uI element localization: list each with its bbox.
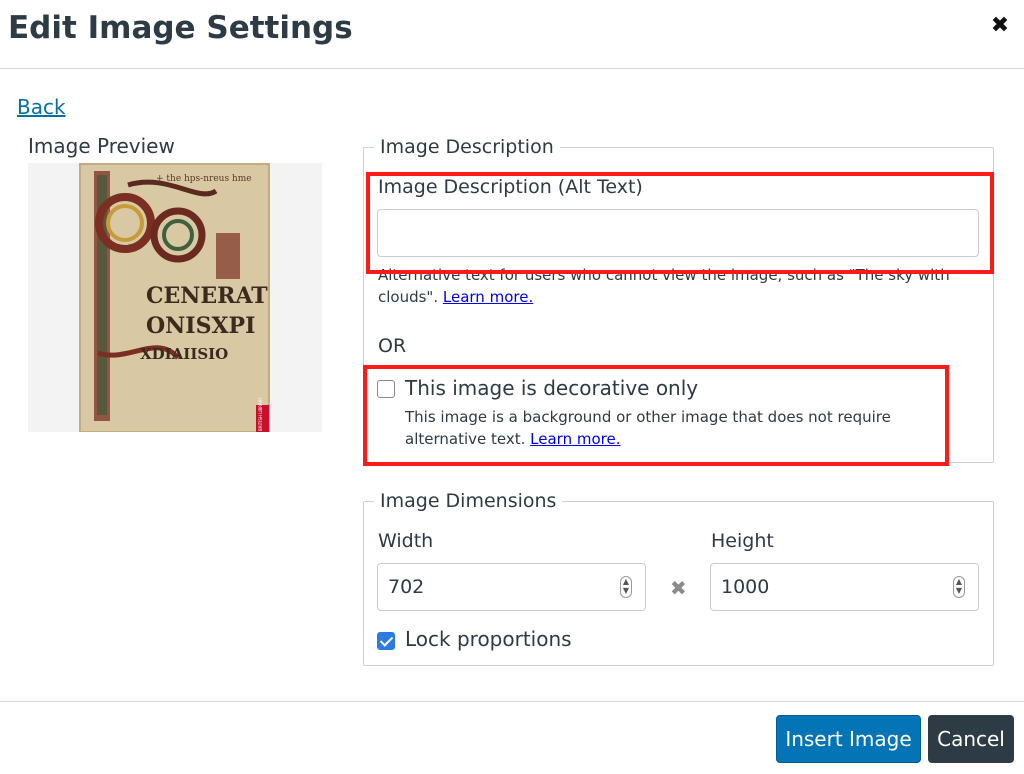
manuscript-line-4: XDIAIISIO: [140, 345, 228, 363]
height-input[interactable]: [710, 563, 979, 611]
decorative-label: This image is decorative only: [405, 376, 699, 400]
image-description-legend: Image Description: [380, 136, 554, 158]
alt-text-input[interactable]: [377, 209, 979, 257]
manuscript-line-3: ONISXPI: [146, 313, 255, 339]
back-link[interactable]: Back: [17, 95, 66, 119]
lock-proportions-checkbox[interactable]: [377, 632, 395, 650]
alt-text-label: Image Description (Alt Text): [378, 176, 643, 198]
alt-text-learn-more-link[interactable]: Learn more.: [443, 288, 533, 306]
manuscript-line-1: + the hps-nreus hme: [156, 174, 252, 184]
decorative-learn-more-link[interactable]: Learn more.: [530, 430, 620, 448]
width-input[interactable]: [377, 563, 646, 611]
lock-proportions-label: Lock proportions: [405, 627, 572, 651]
dialog-title: Edit Image Settings: [8, 10, 353, 46]
image-preview-label: Image Preview: [28, 134, 175, 158]
alt-text-hint: Alternative text for users who cannot vi…: [378, 266, 950, 306]
footer-divider: [0, 701, 1024, 702]
width-label: Width: [378, 530, 434, 552]
width-stepper[interactable]: ▲ ▼: [620, 576, 632, 598]
height-stepper[interactable]: ▲ ▼: [953, 576, 965, 598]
image-preview: + the hps-nreus hme CENERAT ONISXPI XDIA…: [28, 163, 322, 432]
cancel-button[interactable]: Cancel: [928, 715, 1014, 763]
manuscript-line-2: CENERAT: [146, 283, 268, 309]
decorative-checkbox[interactable]: [377, 380, 395, 398]
british-library-badge: BRITISH LIBRARY: [258, 397, 263, 431]
decorative-hint: This image is a background or other imag…: [405, 408, 891, 448]
manuscript-image: + the hps-nreus hme CENERAT ONISXPI XDIA…: [79, 163, 270, 432]
image-dimensions-legend: Image Dimensions: [380, 490, 557, 512]
insert-image-button[interactable]: Insert Image: [776, 715, 921, 763]
times-icon: ✖: [670, 576, 687, 600]
height-label: Height: [711, 530, 774, 552]
close-icon[interactable]: ✖: [988, 14, 1012, 38]
dialog-header: Edit Image Settings ✖: [0, 0, 1024, 69]
or-label: OR: [378, 335, 407, 357]
